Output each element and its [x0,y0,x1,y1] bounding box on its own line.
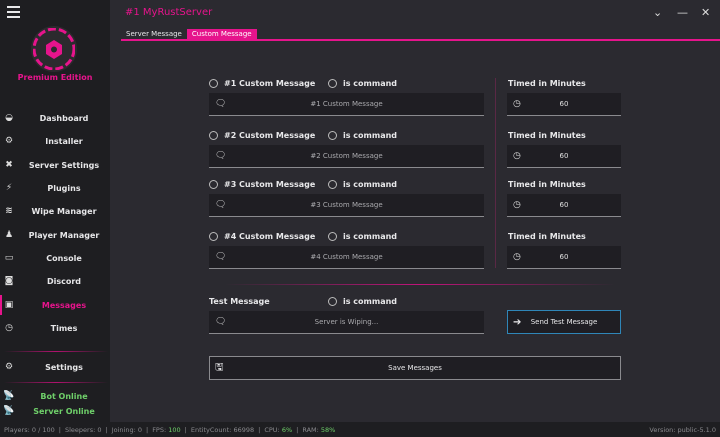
radio-button[interactable] [328,297,337,306]
sidebar-item-times[interactable]: ◷ Times [0,318,110,338]
sidebar-item-dashboard[interactable]: ◒ Dashboard [0,108,110,128]
custom-message-input[interactable]: 🗨 #1 Custom Message [209,93,484,116]
custom-message-radio[interactable]: #1 Custom Message [209,79,315,88]
custom-message-radio[interactable]: #3 Custom Message [209,180,315,189]
save-messages-button[interactable]: 🖫 Save Messages [209,356,621,380]
chevron-down-icon[interactable]: ⌄ [653,6,662,19]
sidebar-item-player-manager[interactable]: ♟ Player Manager [0,225,110,245]
sidebar-item-plugins[interactable]: ⚡ Plugins [0,178,110,198]
message-icon: 🗨 [215,317,227,327]
timed-label: Timed in Minutes [508,232,586,241]
satellite-icon: 📡 [3,391,15,401]
sidebar-item-installer[interactable]: ⚙ Installer [0,131,110,151]
divider [4,382,108,383]
minimize-button[interactable]: — [677,6,688,19]
timed-label: Timed in Minutes [508,79,586,88]
timed-label: Timed in Minutes [508,180,586,189]
send-test-message-button[interactable]: ➔ Send Test Message [507,310,621,334]
message-icon: 🗨 [215,252,227,262]
sidebar-item-console[interactable]: ▭ Console [0,248,110,268]
server-status: 📡 Server Online [3,406,95,416]
is-command-radio[interactable]: is command [328,131,397,140]
test-message-label: Test Message [209,297,270,306]
divider [495,78,496,268]
radio-button[interactable] [209,232,218,241]
installer-icon: ⚙ [4,136,14,146]
test-message-input[interactable]: 🗨 Server is Wiping... [209,311,484,334]
tab-underline [121,39,720,41]
radio-button[interactable] [328,131,337,140]
sidebar-item-discord[interactable]: ◙ Discord [0,271,110,291]
custom-message-radio[interactable]: #2 Custom Message [209,131,315,140]
is-command-radio[interactable]: is command [328,180,397,189]
minutes-input[interactable]: ◷ 60 [507,194,621,217]
sidebar-item-server-settings[interactable]: ✖ Server Settings [0,155,110,175]
divider [4,351,108,352]
message-icon: 🗨 [215,151,227,161]
dashboard-icon: ◒ [5,113,13,123]
radio-button[interactable] [328,232,337,241]
radio-button[interactable] [328,79,337,88]
app-logo [31,26,77,72]
minutes-input[interactable]: ◷ 60 [507,145,621,168]
floppy-disk-icon: 🖫 [215,361,224,373]
timed-label: Timed in Minutes [508,131,586,140]
is-command-radio[interactable]: is command [328,232,397,241]
tools-icon: ✖ [5,160,13,170]
plug-icon: ⚡ [5,183,13,193]
clock-icon: ◷ [513,252,521,262]
window-title: #1 MyRustServer [125,7,213,18]
sidebar: Premium Edition ◒ Dashboard ⚙ Installer ✖ S… [0,0,110,422]
gears-icon: ⚙ [4,362,14,372]
layers-icon: ≋ [5,206,13,216]
close-button[interactable]: ✕ [701,6,710,19]
sidebar-item-settings[interactable]: ⚙ Settings [0,357,110,377]
satellite-icon: 📡 [3,406,15,416]
arrow-right-icon: ➔ [513,316,522,328]
hamburger-menu-icon[interactable] [7,6,20,18]
clock-icon: ◷ [513,99,521,109]
minutes-input[interactable]: ◷ 60 [507,246,621,269]
custom-message-radio[interactable]: #4 Custom Message [209,232,315,241]
discord-icon: ◙ [4,276,14,286]
radio-button[interactable] [328,180,337,189]
sidebar-item-wipe-manager[interactable]: ≋ Wipe Manager [0,201,110,221]
clock-icon: ◷ [5,323,13,333]
custom-message-input[interactable]: 🗨 #3 Custom Message [209,194,484,217]
radio-button[interactable] [209,180,218,189]
custom-message-input[interactable]: 🗨 #2 Custom Message [209,145,484,168]
message-icon: 🗨 [215,99,227,109]
radio-button[interactable] [209,79,218,88]
is-command-radio[interactable]: is command [328,79,397,88]
message-icon: 🗨 [215,200,227,210]
test-is-command-radio[interactable]: is command [328,297,397,306]
user-icon: ♟ [4,230,14,240]
sidebar-item-messages[interactable]: ▣ Messages [0,295,110,315]
custom-message-input[interactable]: 🗨 #4 Custom Message [209,246,484,269]
message-icon: ▣ [4,300,14,310]
terminal-icon: ▭ [4,253,14,263]
clock-icon: ◷ [513,200,521,210]
edition-label: Premium Edition [17,73,93,82]
status-bar: Players: 0 / 100 | Sleepers: 0 | Joining: … [0,422,720,437]
minutes-input[interactable]: ◷ 60 [507,93,621,116]
clock-icon: ◷ [513,151,521,161]
version-label: Version: public-5.1.0 [649,425,716,434]
divider [225,284,615,285]
radio-button[interactable] [209,131,218,140]
